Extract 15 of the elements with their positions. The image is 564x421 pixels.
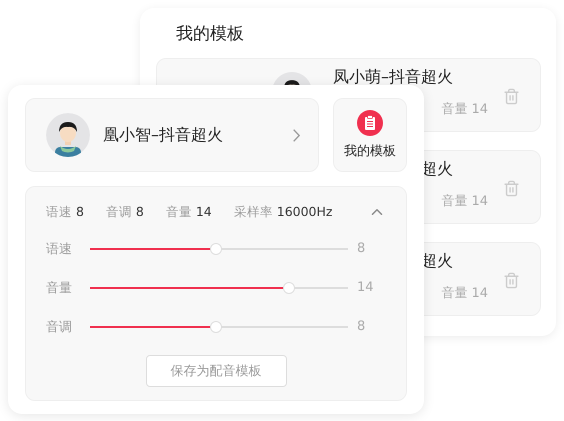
template-volume: 音量 14 — [441, 285, 488, 302]
param-summary: 音调 8 — [106, 204, 144, 220]
template-volume: 音量 14 — [441, 101, 488, 118]
slider-value: 14 — [357, 280, 374, 295]
slider-label: 语速 — [46, 240, 73, 258]
slider-value: 8 — [357, 319, 366, 334]
param-summary: 采样率 16000Hz — [234, 204, 332, 220]
slider-label: 音调 — [46, 318, 73, 336]
param-summary: 语速 8 — [46, 204, 84, 220]
slider-label: 音量 — [46, 280, 73, 296]
template-name: 凤小萌–抖音超火 — [333, 68, 453, 85]
panel-title: 我的模板 — [176, 23, 245, 46]
param-summary: 音量 14 — [166, 204, 212, 220]
template-volume: 音量 14 — [441, 193, 488, 210]
slider-value: 8 — [357, 241, 366, 256]
